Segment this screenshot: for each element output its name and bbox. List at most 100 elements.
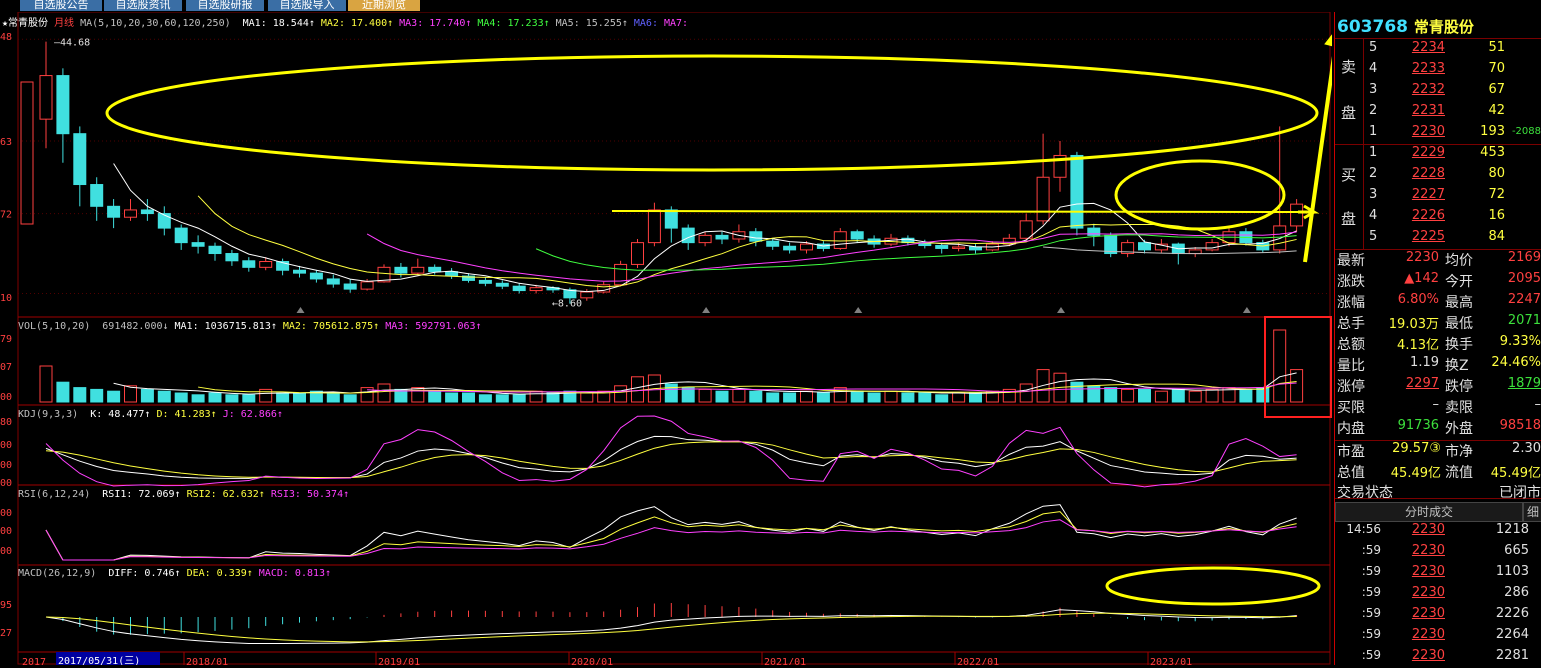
sell-price-2: 2231 (1411, 103, 1445, 118)
vol-indicator-header: VOL(5,10,20) 691482.000↓ MA1: 1036715.813… (18, 321, 482, 332)
candle-body (309, 272, 323, 280)
stock-heading: 603768 常青股份 (1337, 16, 1474, 37)
volume-bar (800, 390, 813, 403)
annotation-small-ellipse (1114, 159, 1286, 231)
quote-label2-6: 跌停 (1445, 379, 1473, 395)
volume-bar (681, 387, 695, 403)
tick-volume-5: 2264 (1495, 627, 1529, 642)
candle-body (293, 269, 306, 274)
volume-bar (1070, 381, 1084, 403)
macd-params: MACD(26,12,9) (18, 568, 97, 579)
kline-chart-area[interactable]: 48 63 72 10 79 07 00 80 00 00 00 00 00 00 95 27 —44.68 ←8… (0, 12, 1332, 665)
candle-body (394, 266, 408, 274)
kdj-axis-label-0: 80 (0, 417, 12, 428)
volume-bar (124, 385, 137, 403)
macd-dea-line (45, 612, 1297, 643)
divider-sell-top (1335, 38, 1541, 39)
ticks-header-tab[interactable]: 分时成交 (1335, 502, 1523, 522)
candle-body (191, 242, 205, 247)
kdj-k-line (45, 435, 1297, 479)
x-axis-label-1: 2019/01 (378, 657, 420, 665)
price-axis-label-2: 72 (0, 210, 12, 221)
quote-label2-8: 外盘 (1445, 421, 1473, 437)
quote-value2-4: 9.33% (1499, 334, 1541, 349)
tick-time-1: :59 (1361, 543, 1381, 557)
ma-value-4: MA5: 15.255↑ (555, 18, 628, 29)
volume-bar (276, 392, 290, 403)
tick-price-3: 2230 (1411, 585, 1445, 600)
event-marker-1 (702, 307, 711, 313)
offscreen-candle (20, 81, 34, 225)
volume-bar (952, 392, 966, 403)
tick-volume-1: 665 (1504, 543, 1529, 558)
tick-time-3: :59 (1361, 585, 1381, 599)
volume-bar (867, 392, 881, 403)
tick-time-4: :59 (1361, 606, 1381, 620)
sell-volume-3: 67 (1488, 82, 1505, 97)
fund-value-0: 29.57③ (1392, 441, 1441, 456)
rsi2-line (45, 511, 1297, 561)
top-tab-0[interactable]: 自选股公告 (20, 0, 102, 11)
top-tab-4[interactable]: 近期浏览 (348, 0, 420, 11)
volume-bar (343, 394, 357, 403)
ma-indicator-header: ★常青股份 月线 MA(5,10,20,30,60,120,250) MA1: … (2, 14, 688, 29)
top-tab-1[interactable]: 自选股资讯 (104, 0, 182, 11)
candle-body (800, 243, 813, 251)
vol-value-1: MA1: 1036715.813↑ (174, 321, 277, 332)
tick-price-0: 2230 (1411, 522, 1445, 537)
price-low-label: ←8.60 (552, 299, 582, 310)
kdj-indicator-header: KDJ(9,3,3) K: 48.477↑ D: 41.283↑ J: 62.866… (18, 409, 283, 420)
volume-bar (1256, 387, 1270, 403)
volume-bar (715, 390, 729, 403)
volume-bar (478, 394, 492, 403)
kdj-value-1: D: 41.283↑ (156, 409, 217, 420)
kdj-value-2: J: 62.866↑ (222, 409, 283, 420)
kdj-axis-label-2: 00 (0, 460, 12, 471)
quote-label2-2: 最高 (1445, 295, 1473, 311)
vol-axis-label-2: 00 (0, 392, 12, 403)
candle-body (411, 266, 425, 274)
candle-body (529, 287, 543, 292)
ma-value-6: MA7: (663, 18, 689, 29)
kdj-params: KDJ(9,3,3) (18, 409, 79, 420)
candle-body (1188, 249, 1202, 255)
volume-bar (529, 390, 543, 403)
candle-body (749, 231, 763, 242)
quote-label-2: 涨幅 (1337, 295, 1365, 311)
volume-bar (1273, 329, 1287, 403)
event-marker-3 (1057, 307, 1065, 313)
period-label[interactable]: 月线 (54, 18, 74, 29)
quote-value2-0: 2169 (1507, 250, 1541, 265)
top-tab-2[interactable]: 自选股研报 (186, 0, 264, 11)
candle-body (766, 240, 780, 247)
top-tab-3[interactable]: 自选股导入 (268, 0, 346, 11)
volume-bar (816, 392, 830, 403)
buy-volume-5: 84 (1488, 229, 1505, 244)
tick-price-4: 2230 (1411, 606, 1445, 621)
tick-time-6: :59 (1361, 648, 1381, 662)
volume-bar (732, 388, 746, 403)
tick-volume-6: 2281 (1495, 648, 1529, 663)
quote-panel: 603768 常青股份 卖盘买盘 5 2234 51 4 2233 70 3 2232 67 2 22… (1334, 12, 1541, 665)
candle-body (715, 234, 729, 240)
volume-bar (884, 390, 898, 403)
candle-body (1138, 242, 1151, 251)
quote-value2-8: 98518 (1499, 418, 1541, 433)
price-high-label: —44.68 (54, 38, 90, 49)
volume-bar (698, 388, 712, 403)
volume-bar (935, 394, 949, 403)
vol-values: 691482.000↓ MA1: 1036715.813↑ MA2: 705612.… (96, 321, 481, 332)
fund-label2-1: 流值 (1445, 465, 1473, 481)
volume-bar (614, 385, 628, 403)
quote-label2-4: 换手 (1445, 337, 1473, 353)
volume-bar (157, 390, 171, 403)
ticks-detail-tab[interactable]: 细 (1523, 502, 1541, 522)
macd-value-2: MACD: 0.813↑ (258, 568, 332, 579)
volume-bar (1138, 388, 1151, 403)
quote-label2-1: 今开 (1445, 274, 1473, 290)
candle-body (614, 263, 628, 286)
buy-volume-1: 453 (1480, 145, 1505, 160)
candle-body (39, 75, 53, 120)
candle-body (90, 184, 104, 207)
ma2-line (197, 195, 1297, 288)
